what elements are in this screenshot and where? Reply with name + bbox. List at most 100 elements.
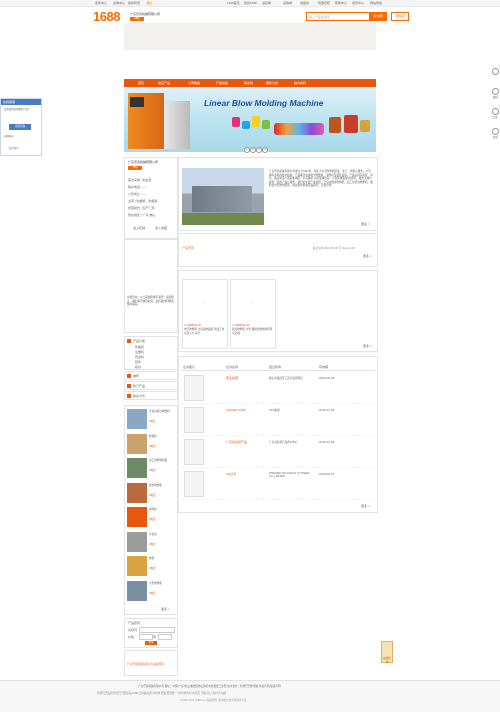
left-product-name[interactable]: 全自动挤出吹塑机 (149, 410, 175, 414)
product-name[interactable]: 中空吹塑机 全自动吹瓶机 单双工位可选 1.5-12升 (184, 328, 226, 335)
product-thumbnail[interactable] (127, 507, 147, 527)
certs-more-link[interactable]: 更多 > (361, 504, 370, 508)
cert-name[interactable]: 营业执照 (226, 376, 238, 380)
site-logo[interactable]: 1688 (93, 9, 120, 24)
left-more-link[interactable]: 更多 > (161, 607, 170, 611)
intro-more-link[interactable]: 更多 > (361, 222, 370, 226)
topbar-link[interactable]: 我的阿里 (128, 1, 140, 5)
topbar-link[interactable]: 收藏夹 (300, 1, 309, 5)
product-thumbnail[interactable] (127, 531, 147, 552)
online-service-title: 在线客服 (1, 99, 41, 105)
left-product-name[interactable]: 吹瓶机 (149, 435, 175, 439)
product-name[interactable]: 挤出吹塑机 大型 储料式吹塑成型机 可定制 (232, 328, 274, 335)
left-product-item[interactable]: 全自动 ¥电议 (127, 531, 175, 554)
consult-button[interactable]: 立即咨询 (9, 124, 31, 130)
left-product-item[interactable]: 双工位吹塑机组 ¥电议 (127, 458, 175, 480)
hero-banner[interactable]: Linear Blow Molding Machine (124, 87, 376, 152)
left-link-hot[interactable]: 热门产品 (124, 381, 178, 390)
product-thumbnail[interactable] (127, 458, 147, 478)
banner-dot[interactable]: 4 (262, 147, 268, 153)
category-item[interactable]: 配件 (135, 360, 141, 364)
topbar-link[interactable]: 采购中心 (113, 1, 125, 5)
shop-name[interactable]: 广东乐善机械有限公司 (130, 12, 160, 16)
category-panel: 产品分类 吹瓶机 注塑机 挤出机 配件 模具 (124, 336, 178, 370)
nav-item-contact[interactable]: 联系我 (244, 81, 253, 85)
add-favorite-link[interactable]: 加入收藏 (155, 226, 167, 230)
products-more-link[interactable]: 更多 > (363, 344, 372, 348)
nav-item-service[interactable]: 服务方式 (266, 81, 278, 85)
category-item[interactable]: 挤出机 (135, 355, 144, 359)
right-tool-item[interactable] (491, 68, 499, 78)
company-info-row: 主营 / 吹塑机、吹瓶机 (128, 199, 158, 203)
topbar-link[interactable]: 帮助中心 (335, 1, 347, 5)
cert-row: 广东省名牌产品 广东省名牌产品评价中心 2019-12-28 (181, 437, 375, 468)
left-product-name[interactable]: 双工位吹塑机组 (149, 459, 175, 463)
company-card-title[interactable]: 广东乐善机械有限公司 (128, 160, 158, 164)
left-product-item[interactable]: 大型吹塑机 ¥电议 (127, 580, 175, 603)
right-tool-item[interactable]: 反馈 (491, 108, 499, 119)
topbar-link[interactable]: 进货单 (262, 1, 271, 5)
product-card[interactable]: ◌ ¥ 1658000.00 中空吹塑机 全自动吹瓶机 单双工位可选 1.5-1… (182, 279, 228, 349)
years-badge: 18年 (128, 166, 142, 170)
topbar-link[interactable]: 消息 (146, 1, 152, 5)
left-product-name[interactable]: 挤出吹塑机 (149, 484, 175, 488)
topbar-link[interactable]: 我的1688 (244, 1, 257, 5)
certificate-image[interactable] (184, 407, 204, 433)
nav-item-products[interactable]: 供应产品 (158, 81, 170, 85)
left-product-item[interactable]: 全自动挤出吹塑机 ¥电议 (127, 409, 175, 431)
product-thumbnail[interactable] (127, 482, 147, 503)
left-product-item[interactable]: 挤出吹塑机 ¥电议 (127, 482, 175, 505)
topbar-link[interactable]: 采购单 (283, 1, 292, 5)
search-input[interactable]: 输入产品关键字 (306, 12, 370, 21)
topbar-link[interactable]: 卖家中心 (352, 1, 364, 5)
topbar-link[interactable]: 卖家中心 (95, 1, 107, 5)
nav-item-profile[interactable]: 公司档案 (188, 81, 200, 85)
news-title[interactable]: 广东乐善 (182, 246, 194, 250)
product-thumbnail[interactable] (127, 556, 147, 576)
enter-shop-link[interactable]: 进入旺铺 (133, 226, 145, 230)
left-link-contact[interactable]: 联系方式 (124, 391, 178, 400)
nav-item-data[interactable]: 站内资料 (294, 81, 306, 85)
cert-name[interactable]: ISO9001:2008 (226, 408, 245, 412)
product-card[interactable]: ◌ ¥ 1388000.00 挤出吹塑机 大型 储料式吹塑成型机 可定制 (230, 279, 276, 349)
certificate-image[interactable] (184, 375, 204, 401)
product-thumbnail[interactable] (127, 409, 147, 429)
certificate-image[interactable] (184, 471, 204, 497)
nav-item-news[interactable]: 产品动态 (216, 81, 228, 85)
price-min-input[interactable] (139, 634, 153, 640)
right-tool-item[interactable]: 客服 (491, 88, 499, 99)
cert-name[interactable]: CE证书 (226, 472, 236, 476)
cert-row: CE证书 STEPHEN TECHNICAL SYSTEMS CO.,LIMITE… (181, 469, 375, 500)
company-info-row: 联系电话 —— (128, 185, 147, 189)
left-product-item[interactable]: 吹瓶机 ¥电议 (127, 433, 175, 456)
category-item[interactable]: 注塑机 (135, 350, 144, 354)
category-item[interactable]: 模具 (135, 365, 141, 369)
right-tool-item[interactable]: 顶部 (491, 128, 499, 139)
category-item[interactable]: 吹瓶机 (135, 345, 144, 349)
certificate-image[interactable] (184, 439, 204, 465)
left-product-name[interactable]: 全自动 (149, 533, 175, 537)
news-more-link[interactable]: 更多 > (363, 254, 372, 258)
price-max-input[interactable] (158, 634, 172, 640)
cert-date: 2019-11-18 (319, 408, 335, 412)
contact-us-link[interactable]: 联系我们 (9, 147, 19, 151)
search-all-button[interactable]: 搜全网 (369, 12, 387, 21)
left-link-recommend[interactable]: 推荐 (124, 371, 178, 380)
search-submit-button[interactable]: 搜索 (145, 641, 157, 645)
footer-links-line[interactable]: 阿里巴巴集团 阿里巴巴国际站 1688 全球速卖通 淘宝网 天猫 聚划算 一淘 … (97, 691, 226, 695)
left-product-item[interactable]: 注吹机 ¥电议 (127, 507, 175, 529)
product-thumbnail[interactable] (127, 433, 147, 454)
nav-item-home[interactable]: 首页 (138, 81, 144, 85)
left-product-name[interactable]: 注吹机 (149, 508, 175, 512)
topbar-link[interactable]: 网站导航 (370, 1, 382, 5)
product-thumbnail[interactable] (127, 580, 147, 601)
float-consult-button[interactable]: 在线咨询 (381, 641, 393, 664)
keyword-input[interactable] (139, 627, 175, 633)
search-shop-button[interactable]: 搜本店 (391, 12, 409, 21)
left-product-item[interactable]: 吹塑 ¥电议 (127, 556, 175, 578)
topbar-link[interactable]: 阿里旺旺 (318, 1, 330, 5)
left-product-name[interactable]: 吹塑 (149, 557, 175, 561)
left-product-name[interactable]: 大型吹塑机 (149, 582, 175, 586)
cert-name[interactable]: 广东省名牌产品 (226, 440, 247, 444)
topbar-link[interactable]: 1688首页 (227, 1, 240, 5)
